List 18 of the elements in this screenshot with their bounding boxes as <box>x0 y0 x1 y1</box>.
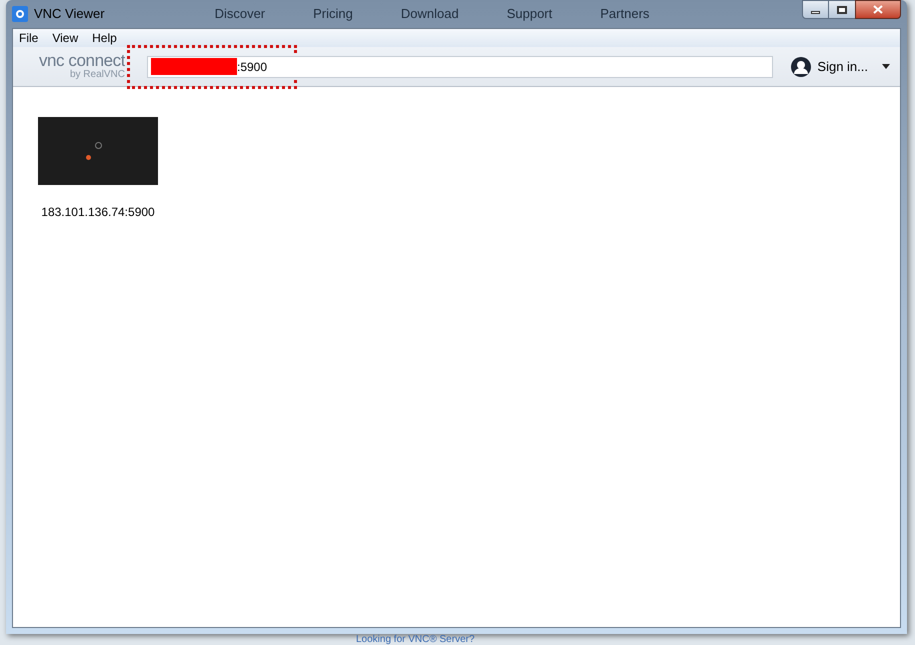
address-value: :5900 <box>237 58 268 76</box>
minimize-button[interactable] <box>802 0 829 19</box>
menu-item[interactable]: View <box>52 29 78 47</box>
logo-byline: by RealVNC <box>70 68 125 80</box>
caret-icon <box>882 64 890 69</box>
close-button[interactable] <box>855 0 901 19</box>
connection-label[interactable]: 183.101.136.74:5900 <box>41 203 155 221</box>
logo-text: vnc connect <box>38 52 125 68</box>
sign-in-button[interactable]: Sign in... <box>791 56 890 76</box>
menu-item[interactable]: File <box>19 29 38 47</box>
close-icon <box>873 5 883 14</box>
desktop-thumbnail[interactable] <box>38 117 158 185</box>
address-field[interactable]: :5900 <box>147 56 774 78</box>
user-avatar-icon <box>791 56 812 76</box>
app-logo-icon <box>12 6 28 22</box>
maximize-button[interactable] <box>829 0 855 19</box>
menu-item[interactable]: Help <box>92 29 117 47</box>
window-title: VNC Viewer <box>34 5 105 24</box>
